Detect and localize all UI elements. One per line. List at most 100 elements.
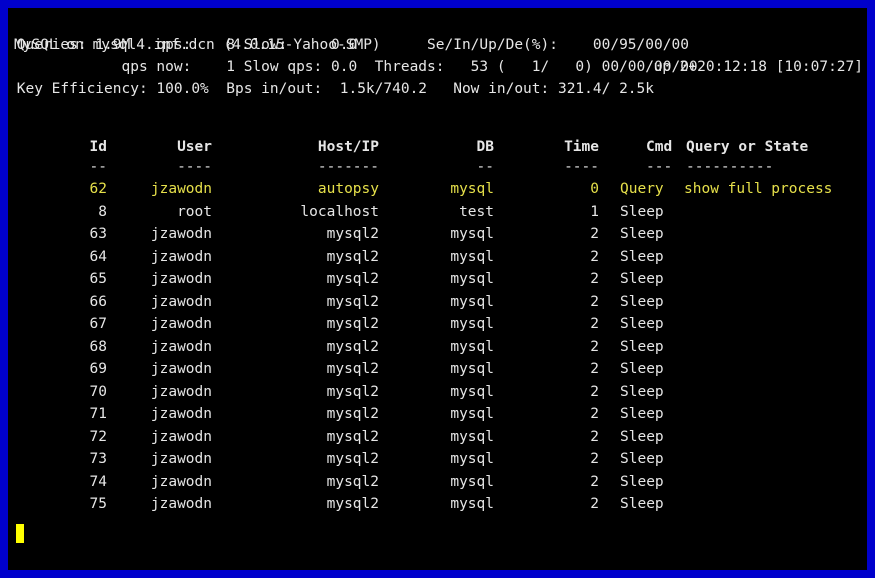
cell-user: jzawodn [150,451,212,467]
terminal-cursor [16,524,24,543]
status-line-2: Queries: 1.9M qps: 8 Slow: 0.0 Se/In/Up/… [8,37,689,53]
terminal-window[interactable]: MySQL on mysql4.inf.dcn (4.0.15-Yahoo-SM… [8,8,867,570]
cell-db: mysql [450,226,494,242]
cell-user: jzawodn [150,271,212,287]
cell-time: 2 [590,361,599,377]
cell-time: 2 [590,226,599,242]
col-cmd-header: Cmd [646,139,673,155]
cell-cmd: Sleep [620,338,664,355]
cell-time: 2 [590,451,599,467]
cell-user: jzawodn [150,181,212,197]
cell-user: jzawodn [150,383,212,400]
cell-id: 73 [89,451,107,467]
cell-host: mysql2 [326,226,379,242]
cell-cmd: Sleep [620,428,664,445]
cell-id: 64 [89,248,107,265]
cell-cmd: Sleep [620,383,664,400]
cell-host: mysql2 [326,383,379,400]
cell-cmd: Sleep [620,203,664,220]
cell-host: mysql2 [326,271,379,287]
cell-db: mysql [450,383,494,400]
cell-id: 68 [89,338,107,355]
cell-id: 66 [89,293,107,310]
cell-time: 2 [590,316,599,332]
cell-cmd: Sleep [620,406,664,422]
cell-time: 2 [590,496,599,512]
col-query-underline: ---------- [686,159,774,175]
cell-host: mysql2 [326,473,379,490]
cell-db: mysql [450,496,494,512]
cell-db: mysql [450,248,494,265]
cell-host: mysql2 [326,361,379,377]
cell-user: jzawodn [150,473,212,490]
cell-cmd: Sleep [620,496,664,512]
cell-cmd: Sleep [620,293,664,310]
col-id-underline: -- [89,159,107,175]
col-query-header: Query or State [686,139,809,155]
cell-cmd: Sleep [620,361,664,377]
cell-user: jzawodn [150,361,212,377]
cell-host: localhost [300,203,379,220]
column-underline-row: -- ---- ------- -- ---- --- ---------- [8,159,867,570]
cell-host: mysql2 [326,248,379,265]
col-cmd-underline: --- [646,159,673,175]
cell-time: 2 [590,406,599,422]
cell-host: mysql2 [326,451,379,467]
cell-id: 74 [89,473,107,490]
cell-db: mysql [450,181,494,197]
cell-host: mysql2 [326,406,379,422]
cell-db: mysql [450,293,494,310]
cell-cmd: Sleep [620,473,664,490]
cell-db: mysql [450,428,494,445]
cell-host: mysql2 [326,496,379,512]
cell-user: jzawodn [150,248,212,265]
status-line-3: qps now: 1 Slow qps: 0.0 Threads: 53 ( 1… [8,59,698,75]
cell-time: 2 [590,428,599,445]
cell-query: show full process [684,181,833,197]
col-db-header: DB [476,139,494,155]
cell-time: 2 [590,473,599,490]
cell-user: jzawodn [150,338,212,355]
cell-time: 2 [590,293,599,310]
cell-id: 69 [89,361,107,377]
cell-user: jzawodn [150,496,212,512]
cell-host: mysql2 [326,316,379,332]
cell-id: 71 [89,406,107,422]
cell-db: mysql [450,451,494,467]
cell-cmd: Sleep [620,451,664,467]
cell-time: 2 [590,383,599,400]
cell-cmd: Sleep [620,248,664,265]
cell-user: jzawodn [150,226,212,242]
col-host-underline: ------- [317,159,379,175]
cell-host: mysql2 [326,428,379,445]
col-id-header: Id [89,139,107,155]
cell-time: 2 [590,248,599,265]
cell-host: mysql2 [326,338,379,355]
cell-db: test [459,203,494,220]
cell-user: jzawodn [150,406,212,422]
col-time-underline: ---- [564,159,599,175]
cell-db: mysql [450,406,494,422]
cell-db: mysql [450,316,494,332]
cell-host: autopsy [317,181,379,197]
cell-time: 2 [590,271,599,287]
col-host-header: Host/IP [317,139,379,155]
cell-user: jzawodn [150,293,212,310]
cell-time: 2 [590,338,599,355]
status-line-4: Key Efficiency: 100.0% Bps in/out: 1.5k/… [8,81,655,97]
cell-db: mysql [450,338,494,355]
cell-id: 70 [89,383,107,400]
cell-cmd: Sleep [620,226,664,242]
cell-id: 62 [89,181,107,197]
cell-id: 8 [98,203,107,220]
cell-time: 0 [590,181,599,197]
cell-id: 75 [89,496,107,512]
cell-db: mysql [450,473,494,490]
cell-cmd: Sleep [620,316,664,332]
col-db-underline: -- [476,159,494,175]
col-user-underline: ---- [177,159,212,175]
cell-user: jzawodn [150,316,212,332]
col-user-header: User [177,139,212,155]
cell-cmd: Sleep [620,271,664,287]
cell-id: 72 [89,428,107,445]
